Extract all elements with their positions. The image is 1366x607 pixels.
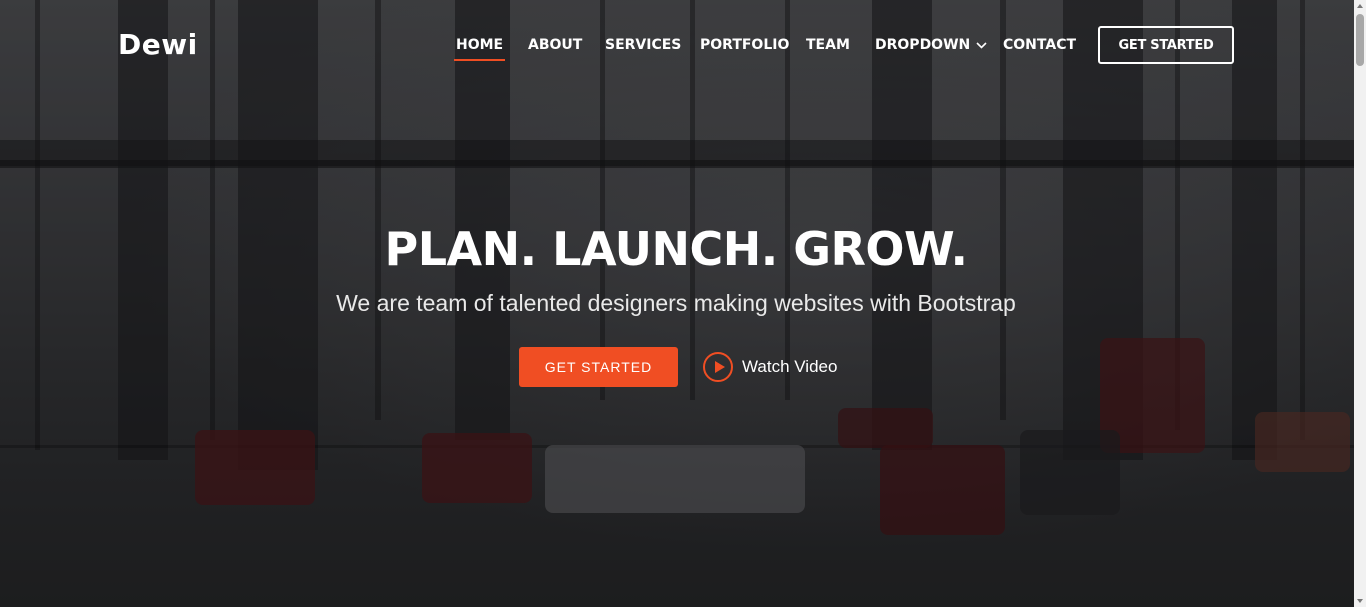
nav-item-home[interactable]: HOME (453, 37, 506, 61)
nav-item-dropdown[interactable]: DROPDOWN (875, 37, 987, 53)
chevron-down-icon (976, 37, 987, 53)
scroll-up-arrow-icon[interactable] (1357, 4, 1363, 8)
watch-video-label: Watch Video (742, 357, 838, 376)
hero-get-started-button[interactable]: GET STARTED (519, 347, 678, 387)
play-circle-icon (703, 352, 733, 382)
page-scrollbar[interactable] (1354, 0, 1366, 607)
hero-subtitle: We are team of talented designers making… (336, 290, 1016, 316)
scroll-down-arrow-icon[interactable] (1357, 599, 1363, 603)
header-get-started-button[interactable]: GET STARTED (1098, 26, 1234, 64)
hero-section: Dewi HOME ABOUT SERVICES PORTFOLIO TEAM … (0, 0, 1366, 607)
nav-item-dropdown-label: DROPDOWN (875, 37, 971, 53)
nav-item-services[interactable]: SERVICES (605, 37, 681, 53)
watch-video-link[interactable]: Watch Video (703, 350, 837, 384)
site-header: Dewi HOME ABOUT SERVICES PORTFOLIO TEAM … (0, 0, 1354, 88)
nav-item-team[interactable]: TEAM (806, 37, 850, 53)
nav-item-contact[interactable]: CONTACT (1003, 37, 1076, 53)
brand-logo[interactable]: Dewi (118, 28, 198, 61)
nav-item-portfolio[interactable]: PORTFOLIO (700, 37, 789, 53)
scroll-thumb[interactable] (1356, 14, 1364, 66)
nav-item-about[interactable]: ABOUT (528, 37, 582, 53)
hero-title: PLAN. LAUNCH. GROW. (384, 222, 968, 276)
